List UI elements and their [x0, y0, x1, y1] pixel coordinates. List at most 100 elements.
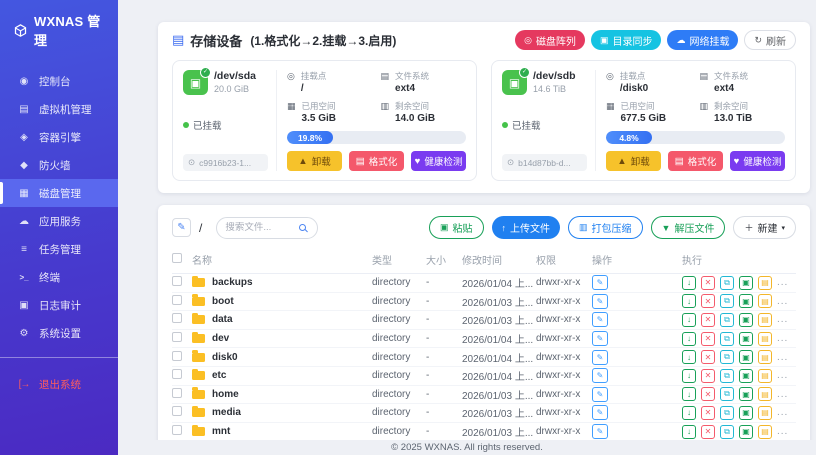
- more-actions-icon[interactable]: ...: [777, 389, 788, 400]
- download-icon[interactable]: ↓: [682, 331, 696, 346]
- file-name[interactable]: media: [212, 407, 241, 418]
- rename-edit-button[interactable]: ✎: [592, 293, 608, 309]
- file-name[interactable]: boot: [212, 296, 234, 307]
- sidebar-item[interactable]: 系统设置: [0, 319, 118, 347]
- rename-edit-button[interactable]: ✎: [592, 349, 608, 365]
- rename-icon[interactable]: ▤: [758, 294, 772, 309]
- delete-icon[interactable]: ✕: [701, 424, 715, 439]
- download-icon[interactable]: ↓: [682, 294, 696, 309]
- download-icon[interactable]: ↓: [682, 312, 696, 327]
- col-type[interactable]: 类型: [372, 252, 426, 267]
- rename-edit-button[interactable]: ✎: [592, 424, 608, 440]
- rename-edit-button[interactable]: ✎: [592, 331, 608, 347]
- more-actions-icon[interactable]: ...: [777, 352, 788, 363]
- col-name[interactable]: 名称: [192, 252, 372, 267]
- raid-button[interactable]: ◎ 磁盘阵列: [515, 30, 585, 50]
- more-actions-icon[interactable]: ...: [777, 333, 788, 344]
- copy-icon[interactable]: ⧉: [720, 275, 734, 290]
- file-name[interactable]: disk0: [212, 352, 238, 363]
- sidebar-item[interactable]: 日志审计: [0, 291, 118, 319]
- file-name[interactable]: etc: [212, 370, 226, 381]
- delete-icon[interactable]: ✕: [701, 331, 715, 346]
- disk-uuid-chip[interactable]: ⊙ b14d87bb-d...: [502, 154, 587, 171]
- extract-button[interactable]: ▼ 解压文件: [650, 216, 726, 239]
- row-checkbox[interactable]: [172, 369, 182, 380]
- sidebar-item[interactable]: 任务管理: [0, 235, 118, 263]
- more-actions-icon[interactable]: ...: [777, 426, 788, 437]
- row-checkbox[interactable]: [172, 313, 182, 324]
- move-icon[interactable]: ▣: [739, 350, 753, 365]
- health-check-button[interactable]: ♥ 健康检测: [730, 151, 785, 171]
- rename-icon[interactable]: ▤: [758, 331, 772, 346]
- table-row[interactable]: disk0 directory - 2026/01/04 上... drwxr-…: [172, 348, 796, 367]
- rename-edit-button[interactable]: ✎: [592, 368, 608, 384]
- sidebar-item[interactable]: 控制台: [0, 67, 118, 95]
- delete-icon[interactable]: ✕: [701, 368, 715, 383]
- delete-icon[interactable]: ✕: [701, 387, 715, 402]
- network-mount-button[interactable]: ☁ 网络挂载: [667, 30, 739, 50]
- disk-uuid-chip[interactable]: ⊙ c9916b23-1...: [183, 154, 268, 171]
- unmount-button[interactable]: ▲ 卸载: [287, 151, 342, 171]
- sidebar-item[interactable]: 防火墙: [0, 151, 118, 179]
- move-icon[interactable]: ▣: [739, 312, 753, 327]
- rename-icon[interactable]: ▤: [758, 424, 772, 439]
- search-input[interactable]: [225, 222, 296, 233]
- rename-edit-button[interactable]: ✎: [592, 405, 608, 421]
- delete-icon[interactable]: ✕: [701, 294, 715, 309]
- select-all-checkbox[interactable]: [172, 253, 182, 263]
- copy-icon[interactable]: ⧉: [720, 368, 734, 383]
- download-icon[interactable]: ↓: [682, 350, 696, 365]
- download-icon[interactable]: ↓: [682, 368, 696, 383]
- table-row[interactable]: mnt directory - 2026/01/03 上... drwxr-xr…: [172, 423, 796, 442]
- dir-sync-button[interactable]: ▣ 目录同步: [590, 30, 662, 50]
- move-icon[interactable]: ▣: [739, 387, 753, 402]
- table-row[interactable]: media directory - 2026/01/03 上... drwxr-…: [172, 404, 796, 423]
- file-name[interactable]: data: [212, 314, 233, 325]
- rename-edit-button[interactable]: ✎: [592, 312, 608, 328]
- row-checkbox[interactable]: [172, 406, 182, 417]
- health-check-button[interactable]: ♥ 健康检测: [411, 151, 466, 171]
- sidebar-item[interactable]: 虚拟机管理: [0, 95, 118, 123]
- table-row[interactable]: backups directory - 2026/01/04 上... drwx…: [172, 274, 796, 293]
- file-name[interactable]: dev: [212, 333, 229, 344]
- move-icon[interactable]: ▣: [739, 405, 753, 420]
- table-row[interactable]: boot directory - 2026/01/03 上... drwxr-x…: [172, 293, 796, 312]
- more-actions-icon[interactable]: ...: [777, 407, 788, 418]
- new-button[interactable]: ＋ 新建 ▾: [733, 216, 796, 239]
- copy-icon[interactable]: ⧉: [720, 387, 734, 402]
- download-icon[interactable]: ↓: [682, 424, 696, 439]
- table-row[interactable]: home directory - 2026/01/03 上... drwxr-x…: [172, 386, 796, 405]
- paste-button[interactable]: ▣ 粘贴: [429, 216, 484, 239]
- row-checkbox[interactable]: [172, 350, 182, 361]
- more-actions-icon[interactable]: ...: [777, 370, 788, 381]
- sidebar-item[interactable]: 终端: [0, 263, 118, 291]
- table-row[interactable]: dev directory - 2026/01/04 上... drwxr-xr…: [172, 330, 796, 349]
- row-checkbox[interactable]: [172, 425, 182, 436]
- col-modified[interactable]: 修改时间: [462, 252, 536, 267]
- compress-button[interactable]: ▥ 打包压缩: [568, 216, 643, 239]
- table-row[interactable]: data directory - 2026/01/03 上... drwxr-x…: [172, 311, 796, 330]
- unmount-button[interactable]: ▲ 卸载: [606, 151, 661, 171]
- move-icon[interactable]: ▣: [739, 331, 753, 346]
- file-name[interactable]: backups: [212, 277, 253, 288]
- more-actions-icon[interactable]: ...: [777, 314, 788, 325]
- move-icon[interactable]: ▣: [739, 275, 753, 290]
- copy-icon[interactable]: ⧉: [720, 405, 734, 420]
- more-actions-icon[interactable]: ...: [777, 296, 788, 307]
- row-checkbox[interactable]: [172, 387, 182, 398]
- rename-icon[interactable]: ▤: [758, 275, 772, 290]
- col-size[interactable]: 大小: [426, 252, 462, 267]
- file-name[interactable]: mnt: [212, 426, 230, 437]
- copy-icon[interactable]: ⧉: [720, 424, 734, 439]
- sidebar-item[interactable]: 应用服务: [0, 207, 118, 235]
- rename-icon[interactable]: ▤: [758, 350, 772, 365]
- download-icon[interactable]: ↓: [682, 275, 696, 290]
- search-icon[interactable]: [299, 224, 307, 231]
- sidebar-item[interactable]: 磁盘管理: [0, 179, 118, 207]
- file-name[interactable]: home: [212, 389, 239, 400]
- row-checkbox[interactable]: [172, 276, 182, 287]
- move-icon[interactable]: ▣: [739, 424, 753, 439]
- delete-icon[interactable]: ✕: [701, 350, 715, 365]
- row-checkbox[interactable]: [172, 294, 182, 305]
- copy-icon[interactable]: ⧉: [720, 312, 734, 327]
